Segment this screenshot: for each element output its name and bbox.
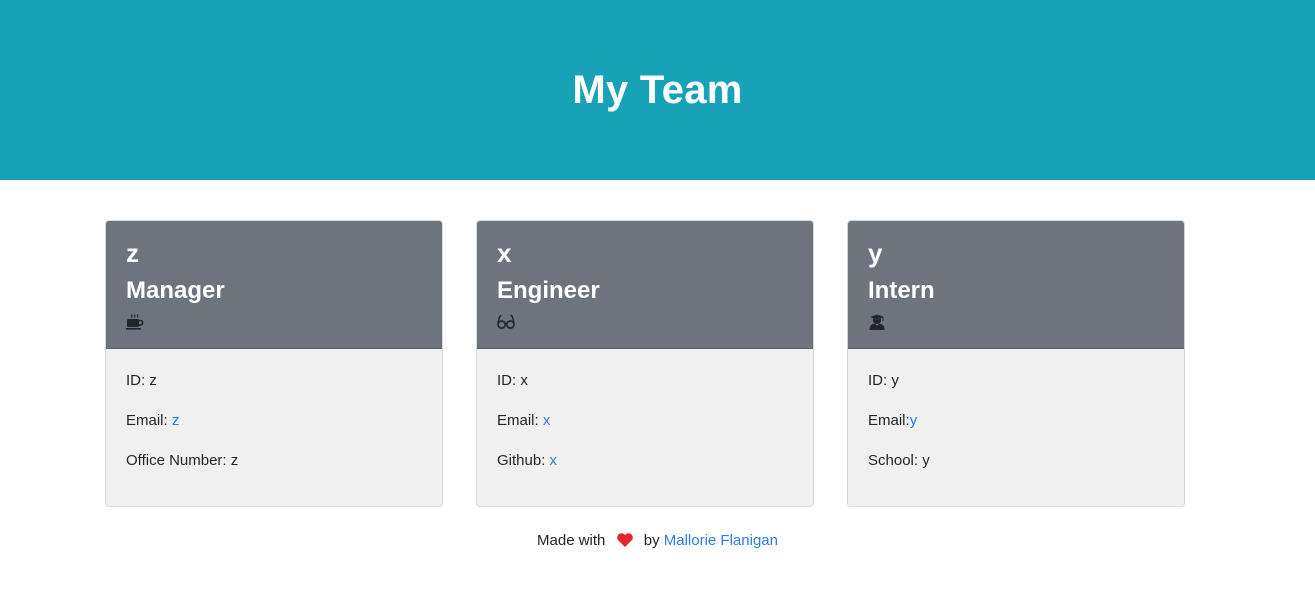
- employee-role: Intern: [868, 277, 935, 304]
- employee-card-engineer: x Engineer ID: x Email: x Github: x: [476, 220, 814, 507]
- card-body: ID: z Email: z Office Number: z: [106, 349, 442, 471]
- id-value: y: [891, 372, 899, 389]
- employee-role: Engineer: [497, 277, 600, 304]
- id-label: ID:: [868, 372, 892, 389]
- employee-card-intern: y Intern ID: y Email:y School: y: [847, 220, 1185, 507]
- made-with-text: Made with: [537, 532, 606, 549]
- email-link[interactable]: z: [172, 412, 180, 429]
- office-number: Office Number: z: [126, 451, 422, 471]
- employee-card-manager: z Manager ID: z Email: z Office Number: …: [105, 220, 443, 507]
- id-value: z: [149, 372, 157, 389]
- heart-icon: [616, 533, 633, 548]
- card-header: x Engineer: [477, 221, 813, 349]
- author-link[interactable]: Mallorie Flanigan: [664, 532, 778, 549]
- employee-role: Manager: [126, 277, 225, 304]
- employee-name: y: [868, 238, 883, 268]
- email-link[interactable]: y: [910, 412, 918, 429]
- office-number-label: Office Number:: [126, 452, 231, 469]
- glasses-icon: [497, 314, 515, 329]
- email-label: Email:: [126, 412, 172, 429]
- school: School: y: [868, 451, 1164, 471]
- id-label: ID:: [126, 372, 150, 389]
- coffee-icon: [126, 314, 144, 330]
- school-value: y: [922, 452, 930, 469]
- email-label: Email:: [497, 412, 543, 429]
- card-body: ID: y Email:y School: y: [848, 349, 1184, 471]
- github-link[interactable]: x: [550, 452, 558, 469]
- office-number-value: z: [230, 452, 239, 469]
- github-label: Github:: [497, 452, 550, 469]
- user-graduate-icon: [869, 314, 885, 330]
- employee-email: Email: z: [126, 411, 422, 431]
- by-text: by: [643, 532, 660, 549]
- employee-email: Email:y: [868, 411, 1164, 431]
- employee-id: ID: y: [868, 371, 1164, 391]
- employee-id: ID: x: [497, 371, 793, 391]
- github: Github: x: [497, 451, 793, 471]
- employee-name: z: [126, 238, 139, 268]
- email-link[interactable]: x: [543, 412, 551, 429]
- email-label: Email:: [868, 412, 910, 429]
- employee-id: ID: z: [126, 371, 422, 391]
- page-title: My Team: [572, 67, 743, 112]
- school-label: School:: [868, 452, 923, 469]
- card-body: ID: x Email: x Github: x: [477, 349, 813, 471]
- page-header: My Team: [0, 0, 1315, 180]
- card-header: z Manager: [106, 221, 442, 349]
- employee-name: x: [497, 238, 512, 268]
- team-cards: z Manager ID: z Email: z Office Number: …: [105, 220, 1185, 507]
- id-value: x: [520, 372, 528, 389]
- page-footer: Made with by Mallorie Flanigan: [0, 531, 1315, 551]
- employee-email: Email: x: [497, 411, 793, 431]
- card-header: y Intern: [848, 221, 1184, 349]
- id-label: ID:: [497, 372, 521, 389]
